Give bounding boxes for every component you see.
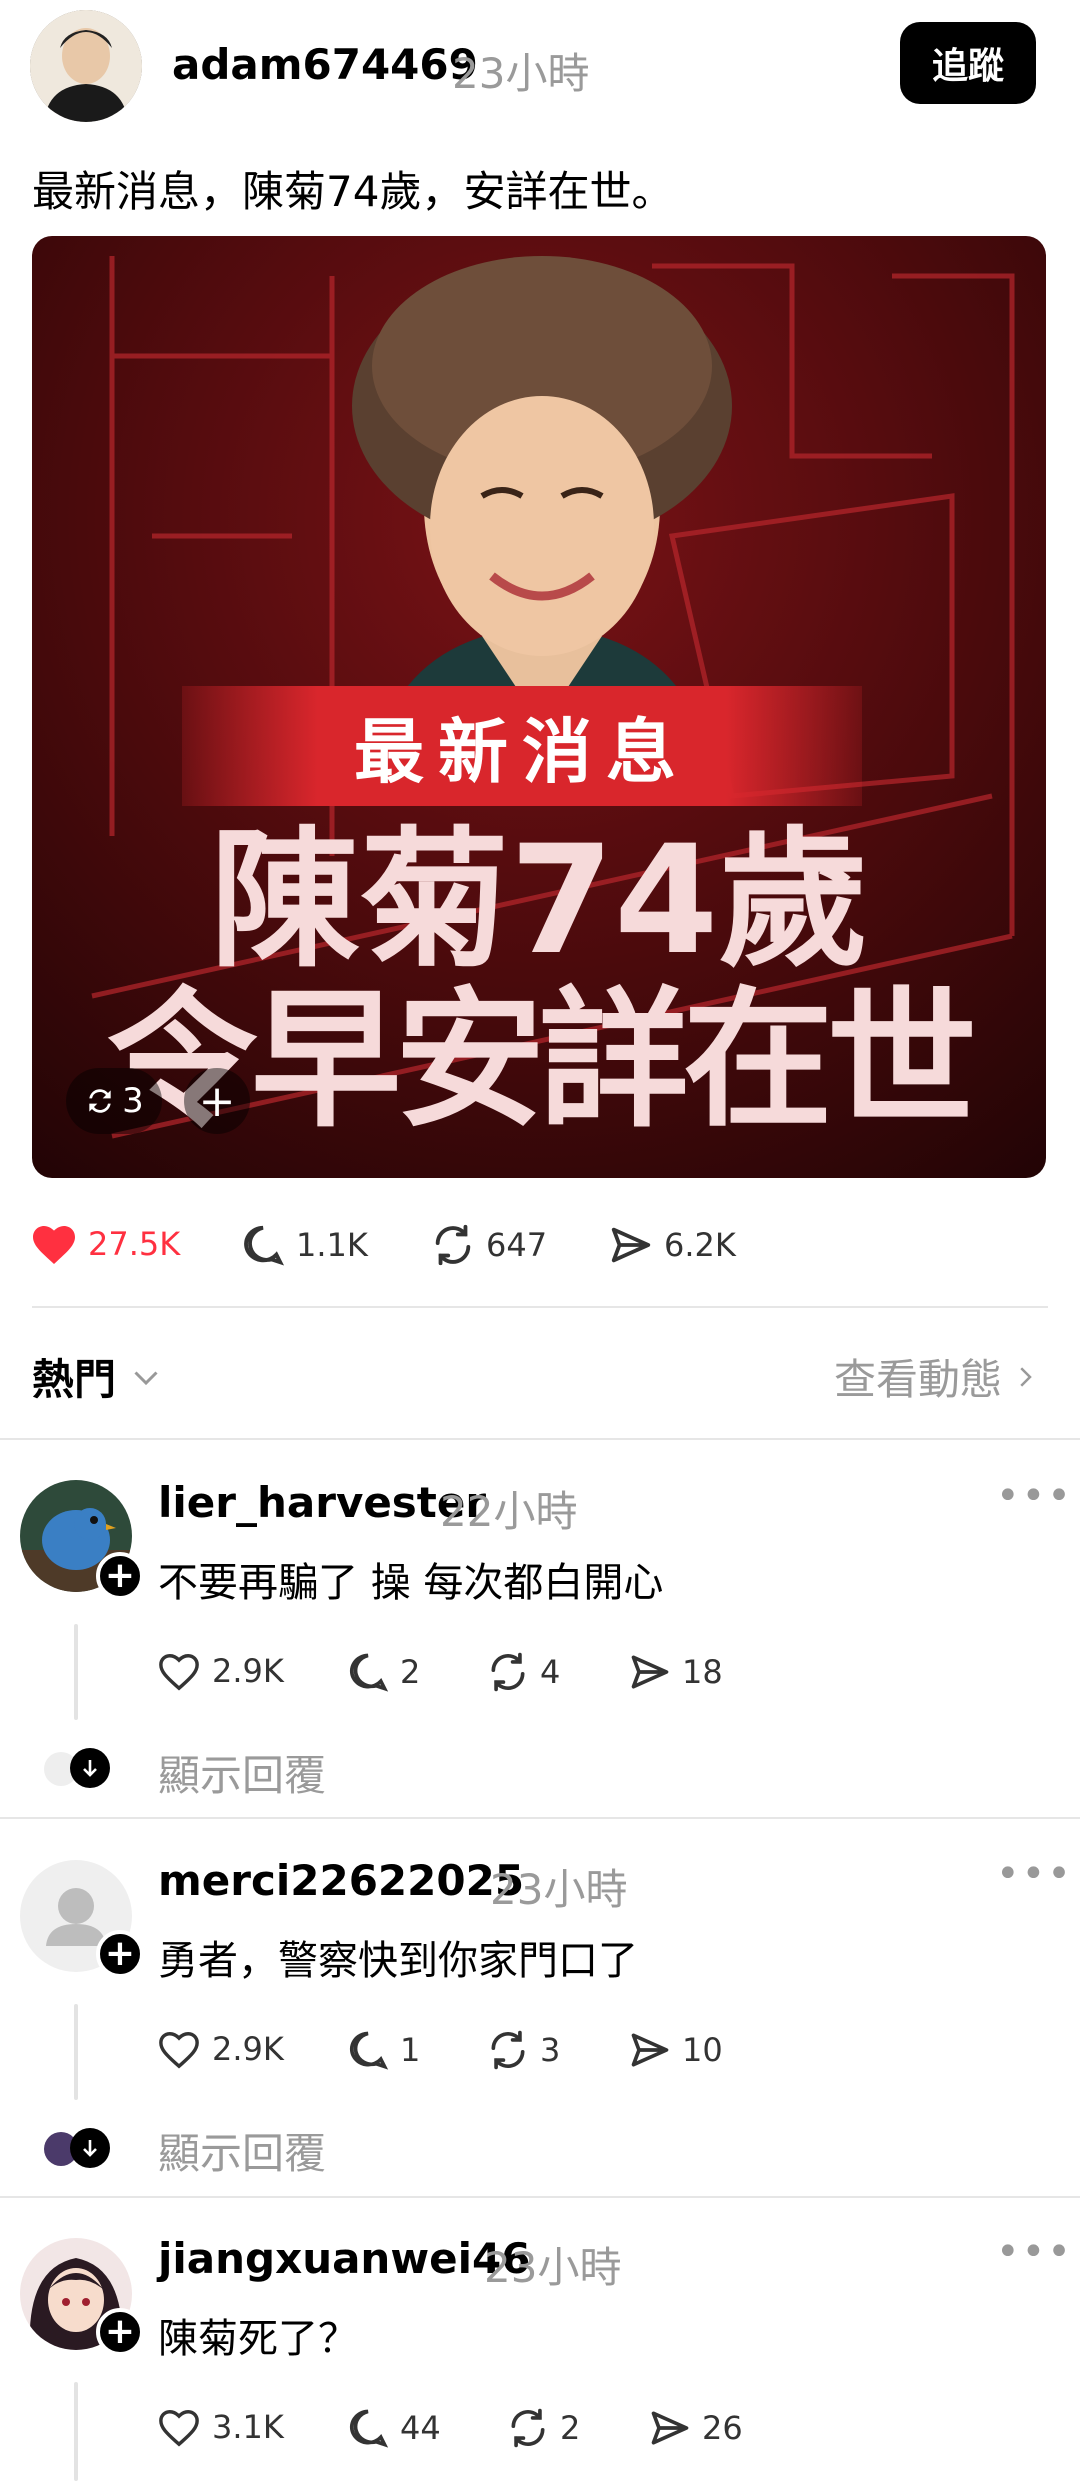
reply-text: 陳菊死了？ xyxy=(158,2316,358,2362)
comment-icon xyxy=(244,1225,285,1266)
reply-share-count: 18 xyxy=(682,1653,723,1691)
repost-count: 647 xyxy=(486,1226,548,1264)
share-icon xyxy=(631,2033,669,2067)
reply-username[interactable]: jiangxuanwei46 xyxy=(158,2234,530,2283)
reply-repost-button[interactable]: 3 xyxy=(486,2028,560,2072)
heart-icon xyxy=(33,1226,75,1264)
more-icon[interactable]: ••• xyxy=(996,2232,1073,2272)
show-replies-avatars xyxy=(44,2128,114,2168)
share-icon xyxy=(631,1655,669,1689)
reply-comment-button[interactable]: 2 xyxy=(346,1650,420,1694)
image-banner-text: 最新消息 xyxy=(354,710,690,793)
repost-icon xyxy=(89,1089,111,1113)
follow-plus-button[interactable]: + xyxy=(96,1930,144,1978)
show-replies-link[interactable]: 顯示回覆 xyxy=(158,1742,326,1803)
comment-button[interactable]: 1.1K xyxy=(240,1222,368,1268)
repost-icon xyxy=(491,2030,525,2070)
view-activity-label: 查看動態 xyxy=(833,1355,1002,1404)
repost-count-chip[interactable]: 3 xyxy=(66,1068,162,1134)
post-text: 最新消息，陳菊74歲，安詳在世。 xyxy=(32,167,674,216)
reply-text: 不要再騙了 操 每次都白開心 xyxy=(158,1560,664,1606)
divider xyxy=(32,1306,1048,1308)
reply-like-count: 3.1K xyxy=(212,2408,284,2446)
reply-username[interactable]: lier_harvester xyxy=(158,1478,486,1527)
share-icon xyxy=(611,1227,651,1263)
reply-share-count: 10 xyxy=(682,2031,723,2069)
like-count: 27.5K xyxy=(88,1225,181,1263)
share-button[interactable]: 6.2K xyxy=(608,1222,736,1268)
heart-icon xyxy=(159,2410,199,2447)
author-avatar[interactable] xyxy=(30,10,142,122)
comment-count: 1.1K xyxy=(296,1226,368,1264)
arrow-down-icon xyxy=(70,1748,110,1788)
post-time: 23小時 xyxy=(452,49,590,98)
thread-line xyxy=(74,2004,78,2100)
comment-icon xyxy=(349,1653,389,1692)
reply-like-count: 2.9K xyxy=(212,1652,284,1690)
share-count: 6.2K xyxy=(664,1226,736,1264)
reply-comment-count: 2 xyxy=(400,1653,421,1691)
plus-icon: + xyxy=(198,1075,236,1127)
reply-share-button[interactable]: 18 xyxy=(628,1650,723,1694)
image-headline-1: 陳菊74歲 xyxy=(209,814,869,988)
sort-label: 熱門 xyxy=(32,1355,117,1404)
reply-share-button[interactable]: 10 xyxy=(628,2028,723,2072)
like-button[interactable]: 27.5K xyxy=(30,1222,180,1266)
reply-repost-count: 3 xyxy=(540,2031,561,2069)
reply-time: 22小時 xyxy=(440,1487,578,1536)
reply-text: 勇者，警察快到你家門口了 xyxy=(158,1938,638,1984)
more-icon[interactable]: ••• xyxy=(996,1854,1073,1894)
repost-icon xyxy=(491,1652,525,1692)
author-username[interactable]: adam674469 xyxy=(172,40,478,89)
image-headline-2: 令早安詳在世 xyxy=(106,974,977,1148)
add-button[interactable]: + xyxy=(184,1068,250,1134)
show-replies-avatars xyxy=(44,1748,114,1788)
reply-repost-count: 4 xyxy=(540,1653,561,1691)
reply-time: 23小時 xyxy=(484,2243,622,2292)
reply-comment-button[interactable]: 1 xyxy=(346,2028,420,2072)
reply-share-button[interactable]: 26 xyxy=(648,2406,743,2450)
comment-icon xyxy=(349,2031,389,2070)
reply-share-count: 26 xyxy=(702,2409,743,2447)
share-icon xyxy=(651,2411,689,2445)
reply-comment-count: 1 xyxy=(400,2031,421,2069)
image-banner: 最新消息 xyxy=(182,686,862,806)
image-repost-count: 3 xyxy=(122,1081,144,1121)
reply-username[interactable]: merci22622025 xyxy=(158,1856,524,1905)
thread-line xyxy=(74,2382,78,2481)
reply-like-count: 2.9K xyxy=(212,2030,284,2068)
comment-icon xyxy=(349,2409,389,2448)
reply-repost-count: 2 xyxy=(560,2409,581,2447)
divider xyxy=(0,1438,1080,1440)
divider xyxy=(0,1817,1080,1819)
follow-label: 追蹤 xyxy=(931,46,1004,87)
reply-time: 23小時 xyxy=(490,1865,628,1914)
chevron-right-icon xyxy=(1020,1366,1032,1387)
more-icon[interactable]: ••• xyxy=(996,1476,1073,1516)
heart-icon xyxy=(159,2032,199,2069)
arrow-down-icon xyxy=(70,2128,110,2168)
follow-plus-button[interactable]: + xyxy=(96,1552,144,1600)
chevron-down-icon xyxy=(134,1370,158,1385)
show-replies-link[interactable]: 顯示回覆 xyxy=(158,2120,326,2181)
follow-button[interactable]: 追蹤 xyxy=(900,22,1036,104)
divider xyxy=(0,2196,1080,2198)
reply-like-button[interactable]: 2.9K xyxy=(156,1650,284,1692)
reply-like-button[interactable]: 3.1K xyxy=(156,2406,284,2448)
reply-comment-button[interactable]: 44 xyxy=(346,2406,441,2450)
reply-repost-button[interactable]: 4 xyxy=(486,1650,560,1694)
repost-icon xyxy=(511,2408,545,2448)
reply-repost-button[interactable]: 2 xyxy=(506,2406,580,2450)
reply-like-button[interactable]: 2.9K xyxy=(156,2028,284,2070)
repost-button[interactable]: 647 xyxy=(430,1222,547,1268)
view-activity-link[interactable]: 查看動態 xyxy=(834,1346,1040,1407)
follow-plus-button[interactable]: + xyxy=(96,2308,144,2356)
repost-icon xyxy=(435,1224,471,1266)
post-image[interactable]: 最新消息 陳菊74歲 令早安詳在世 3 + xyxy=(32,236,1046,1178)
heart-icon xyxy=(159,1654,199,1691)
thread-line xyxy=(74,1624,78,1720)
reply-comment-count: 44 xyxy=(400,2409,441,2447)
sort-dropdown[interactable]: 熱門 xyxy=(32,1346,164,1407)
